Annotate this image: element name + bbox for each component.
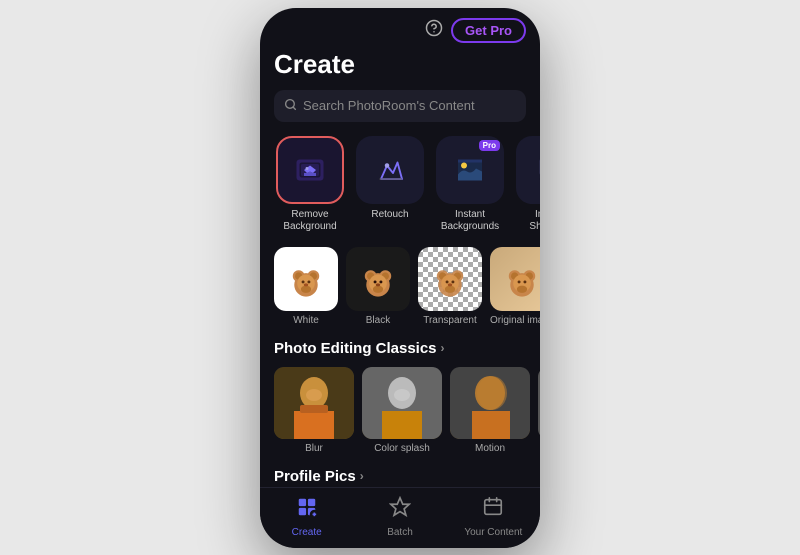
- bg-option-transparent[interactable]: Transparent: [418, 247, 482, 326]
- search-bar[interactable]: Search PhotoRoom's Content: [274, 90, 526, 122]
- bg-thumb-transparent: [418, 247, 482, 311]
- classics-section-heading[interactable]: Photo Editing Classics ›: [274, 340, 526, 357]
- bg-thumb-white: [274, 247, 338, 311]
- profile-section-heading[interactable]: Profile Pics ›: [274, 468, 526, 485]
- bg-option-transparent-label: Transparent: [423, 315, 477, 326]
- main-content: Create Search PhotoRoom's Content: [260, 49, 540, 487]
- tool-remove-bg[interactable]: RemoveBackground: [274, 136, 346, 233]
- tools-row: RemoveBackground Retouch Pro: [260, 136, 540, 233]
- profile-chevron: ›: [360, 469, 364, 483]
- classics-chevron: ›: [441, 341, 445, 355]
- bg-options-row: White Bl: [260, 247, 540, 326]
- classic-other[interactable]: Li...: [538, 367, 540, 454]
- instant-shadows-icon-box: Pro: [516, 136, 540, 204]
- other-thumb: [538, 367, 540, 439]
- remove-bg-icon-box: [276, 136, 344, 204]
- motion-thumb: [450, 367, 530, 439]
- nav-create-label: Create: [292, 527, 322, 538]
- bg-thumb-original: [490, 247, 540, 311]
- motion-label: Motion: [475, 443, 505, 454]
- profile-heading-text: Profile Pics: [274, 468, 356, 485]
- create-icon: [296, 496, 318, 524]
- remove-bg-label: RemoveBackground: [283, 209, 336, 233]
- color-splash-thumb: [362, 367, 442, 439]
- classics-row: Blur Color splash: [260, 367, 540, 454]
- tool-instant-bg[interactable]: Pro InstantBackgrounds: [434, 136, 506, 233]
- bg-option-white[interactable]: White: [274, 247, 338, 326]
- phone-frame: Get Pro Create Search PhotoRoom's Conten…: [260, 8, 540, 548]
- bottom-nav: Create Batch Your Content: [260, 487, 540, 548]
- pro-badge: Pro: [479, 140, 500, 151]
- retouch-label: Retouch: [371, 209, 408, 221]
- nav-your-content-label: Your Content: [464, 527, 522, 538]
- classics-heading-text: Photo Editing Classics: [274, 340, 437, 357]
- classic-blur[interactable]: Blur: [274, 367, 354, 454]
- page-title: Create: [274, 49, 526, 80]
- instant-bg-label: InstantBackgrounds: [441, 209, 499, 233]
- batch-icon: [389, 496, 411, 524]
- bg-thumb-black: [346, 247, 410, 311]
- nav-create[interactable]: Create: [260, 496, 353, 538]
- help-icon[interactable]: [425, 19, 443, 42]
- nav-batch[interactable]: Batch: [353, 496, 446, 538]
- search-icon: [284, 98, 297, 114]
- classic-color-splash[interactable]: Color splash: [362, 367, 442, 454]
- bg-option-white-label: White: [293, 315, 319, 326]
- instant-bg-icon-box: Pro: [436, 136, 504, 204]
- color-splash-label: Color splash: [374, 443, 430, 454]
- tool-instant-shadows[interactable]: Pro Instant Shadows: [514, 136, 540, 233]
- retouch-icon-box: [356, 136, 424, 204]
- tool-retouch[interactable]: Retouch: [354, 136, 426, 233]
- nav-batch-label: Batch: [387, 527, 413, 538]
- blur-label: Blur: [305, 443, 323, 454]
- bg-option-black-label: Black: [366, 315, 390, 326]
- search-placeholder: Search PhotoRoom's Content: [303, 98, 475, 113]
- get-pro-button[interactable]: Get Pro: [451, 18, 526, 43]
- classic-motion[interactable]: Motion: [450, 367, 530, 454]
- your-content-icon: [482, 496, 504, 524]
- nav-your-content[interactable]: Your Content: [447, 496, 540, 538]
- bg-option-black[interactable]: Black: [346, 247, 410, 326]
- top-bar: Get Pro: [260, 8, 540, 49]
- bg-option-original[interactable]: Original image: [490, 247, 540, 326]
- bg-option-original-label: Original image: [490, 315, 540, 326]
- blur-thumb: [274, 367, 354, 439]
- instant-shadows-label: Instant Shadows: [514, 209, 540, 233]
